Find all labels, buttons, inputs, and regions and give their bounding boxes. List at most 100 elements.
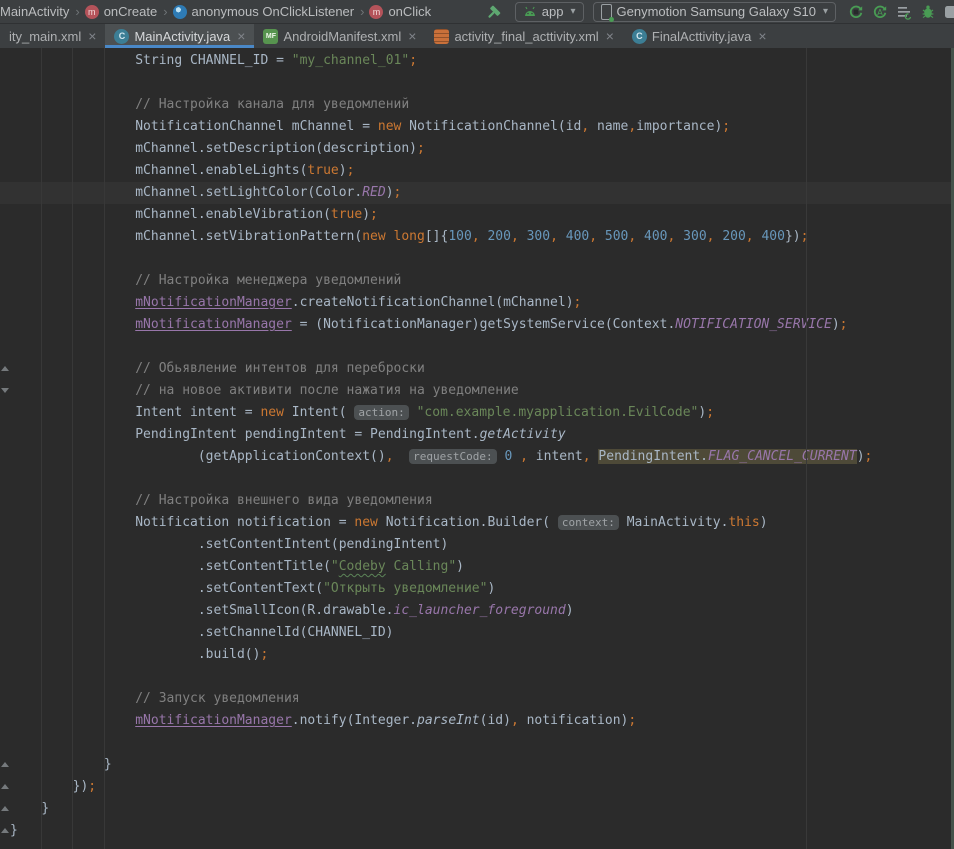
close-icon[interactable]: × [408, 29, 416, 43]
code-line: NotificationChannel mChannel = new Notif… [0, 116, 954, 138]
code-token: .setContentIntent(pendingIntent) [198, 537, 448, 552]
code-token: (getApplicationContext() [198, 449, 386, 464]
code-token: ) [566, 603, 574, 618]
code-line: mChannel.setDescription(description); [0, 138, 954, 160]
breadcrumb: MainActivity›monCreate›anonymous OnClick… [0, 4, 433, 19]
profiler-icon [944, 4, 954, 20]
parameter-hint: requestCode: [409, 449, 496, 464]
run-with-coverage-button[interactable] [892, 2, 916, 22]
rerun-activity-button[interactable] [844, 2, 868, 22]
code-line: mChannel.enableVibration(true); [0, 204, 954, 226]
fold-up-icon[interactable] [1, 784, 9, 789]
code-editor[interactable]: String CHANNEL_ID = "my_channel_01"; // … [0, 48, 954, 849]
build-hammer-icon[interactable] [482, 2, 506, 22]
code-token: true [331, 207, 362, 222]
close-icon[interactable]: × [237, 29, 245, 43]
android-icon [523, 6, 537, 18]
breadcrumb-separator-icon: › [360, 4, 364, 19]
tab-MainActivity.java[interactable]: CMainActivity.java× [105, 24, 254, 48]
code-token: .setContentText( [198, 581, 323, 596]
module-selector[interactable]: app ▾ [515, 2, 584, 22]
code-line: mNotificationManager.notify(Integer.pars… [0, 710, 954, 732]
fold-up-icon[interactable] [1, 366, 9, 371]
code-line: String CHANNEL_ID = "my_channel_01"; [0, 50, 954, 72]
tab-activity_final_acttivity.xml[interactable]: activity_final_acttivity.xml× [425, 24, 622, 48]
code-token: , [472, 229, 488, 244]
class-file-icon: C [632, 29, 647, 44]
code-token: []{ [425, 229, 448, 244]
close-icon[interactable]: × [758, 29, 766, 43]
code-token: Calling" [386, 559, 456, 574]
close-icon[interactable]: × [606, 29, 614, 43]
code-line: } [0, 754, 954, 776]
code-token: // Запуск уведомления [135, 691, 299, 706]
code-token: ) [832, 317, 840, 332]
code-token: // Обьявление интентов для переброски [135, 361, 425, 376]
tab-AndroidManifest.xml[interactable]: MFAndroidManifest.xml× [254, 24, 425, 48]
code-token: 400 [566, 229, 589, 244]
close-icon[interactable]: × [88, 29, 96, 43]
code-token: }) [785, 229, 801, 244]
code-line: // Обьявление интентов для переброски [0, 358, 954, 380]
code-token: RED [362, 185, 385, 200]
code-token: = (NotificationManager)getSystemService(… [292, 317, 676, 332]
layout-file-icon [434, 29, 449, 44]
indent-guide [72, 48, 73, 849]
method-icon: m [85, 5, 99, 19]
code-token: mChannel.enableLights( [135, 163, 307, 178]
code-token: NOTIFICATION_SERVICE [675, 317, 832, 332]
chevron-down-icon: ▾ [823, 6, 828, 17]
code-token: , [628, 229, 644, 244]
code-token: ; [706, 405, 714, 420]
code-token: }) [73, 779, 89, 794]
code-line: (getApplicationContext(), requestCode: 0… [0, 446, 954, 468]
code-line: PendingIntent pendingIntent = PendingInt… [0, 424, 954, 446]
code-line: // Запуск уведомления [0, 688, 954, 710]
code-line: .build(); [0, 644, 954, 666]
tab-ity_main.xml[interactable]: ity_main.xml × [0, 24, 105, 48]
breadcrumb-item[interactable]: anonymous OnClickListener [192, 4, 355, 19]
code-token: ) [698, 405, 706, 420]
code-token: ) [487, 581, 495, 596]
code-token: mChannel.setDescription(description) [135, 141, 417, 156]
code-token: .createNotificationChannel(mChannel) [292, 295, 574, 310]
tab-label: ity_main.xml [9, 29, 81, 44]
apply-code-changes-button[interactable]: A [868, 2, 892, 22]
code-line: .setSmallIcon(R.drawable.ic_launcher_for… [0, 600, 954, 622]
code-token: PendingIntent. [598, 449, 708, 464]
code-line: .setChannelId(CHANNEL_ID) [0, 622, 954, 644]
code-token: ; [722, 119, 730, 134]
code-token: , [589, 229, 605, 244]
device-selector[interactable]: Genymotion Samsung Galaxy S10 ▾ [593, 2, 836, 22]
code-token: , [550, 229, 566, 244]
svg-text:A: A [877, 8, 883, 17]
code-token: Notification notification = [135, 515, 354, 530]
fold-up-icon[interactable] [1, 828, 9, 833]
code-token: notification) [519, 713, 629, 728]
breadcrumb-item[interactable]: MainActivity [0, 4, 69, 19]
code-token [512, 449, 520, 464]
code-token: ) [362, 207, 370, 222]
rerun-icon [848, 4, 864, 20]
code-token: mChannel.enableVibration( [135, 207, 331, 222]
breadcrumb-item[interactable]: onClick [388, 4, 431, 19]
bug-icon [920, 4, 936, 20]
code-token: ; [574, 295, 582, 310]
fold-down-icon[interactable] [1, 388, 9, 393]
code-token: mChannel.setVibrationPattern( [135, 229, 362, 244]
breadcrumb-item[interactable]: onCreate [104, 4, 157, 19]
fold-up-icon[interactable] [1, 762, 9, 767]
code-token: , [668, 229, 684, 244]
code-token: MainActivity. [619, 515, 729, 530]
code-token: 500 [605, 229, 628, 244]
code-token: 300 [527, 229, 550, 244]
fold-up-icon[interactable] [1, 806, 9, 811]
code-line: }); [0, 776, 954, 798]
tab-FinalActtivity.java[interactable]: CFinalActtivity.java× [623, 24, 776, 48]
profiler-button[interactable] [940, 2, 954, 22]
code-token: .build() [198, 647, 261, 662]
debug-button[interactable] [916, 2, 940, 22]
code-line [0, 336, 954, 358]
code-token: } [10, 823, 18, 838]
code-token: "my_channel_01" [292, 53, 409, 68]
